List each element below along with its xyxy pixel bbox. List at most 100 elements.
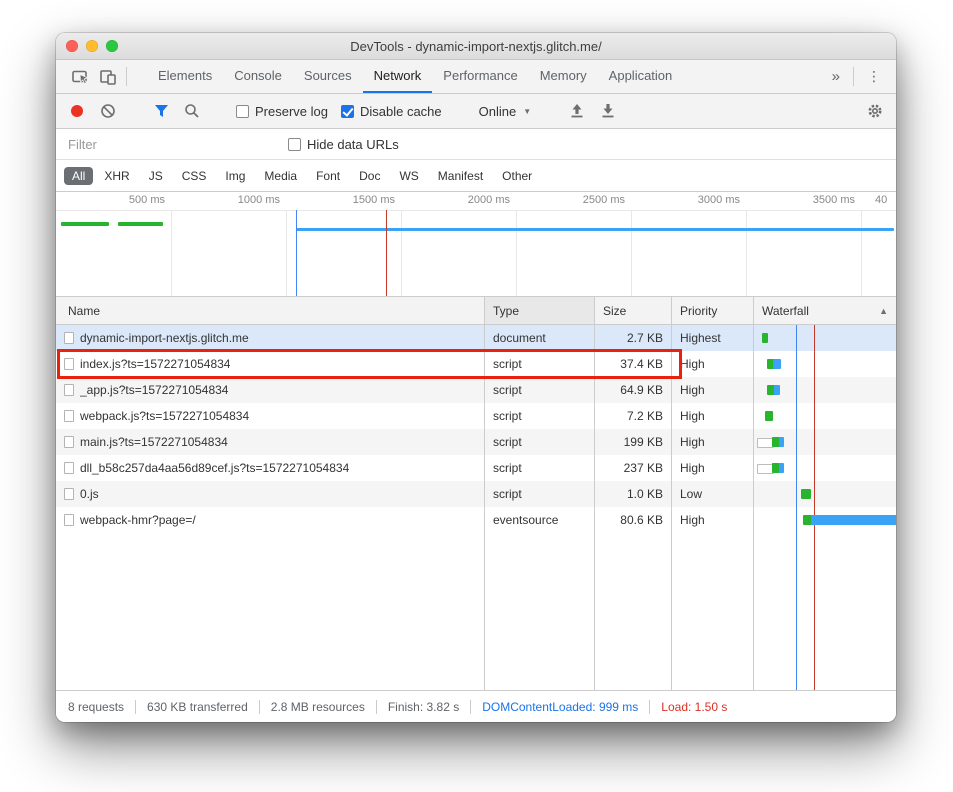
type-filter-css[interactable]: CSS (174, 167, 215, 185)
column-header-priority[interactable]: Priority (672, 297, 754, 324)
type-filter-other[interactable]: Other (494, 167, 540, 185)
clear-icon (100, 103, 116, 119)
tab-memory[interactable]: Memory (529, 60, 598, 93)
request-priority: High (672, 429, 754, 455)
file-icon (64, 488, 74, 500)
resource-type-filters: All XHR JS CSS Img Media Font Doc WS Man… (56, 160, 896, 192)
request-size: 64.9 KB (595, 377, 672, 403)
request-row[interactable]: webpack.js?ts=1572271054834 script 7.2 K… (56, 403, 896, 429)
gear-icon (867, 103, 883, 119)
timeline-overview[interactable]: 500 ms 1000 ms 1500 ms 2000 ms 2500 ms 3… (56, 192, 896, 297)
checkbox-unchecked-icon (288, 138, 301, 151)
request-type: document (485, 325, 595, 351)
sort-arrow-icon: ▲ (879, 306, 888, 316)
disable-cache-label: Disable cache (360, 104, 442, 119)
filter-toggle-button[interactable] (152, 102, 170, 120)
requests-table: Name Type Size Priority Waterfall ▲ dyna… (56, 297, 896, 690)
throttling-value: Online (479, 104, 517, 119)
file-icon (64, 410, 74, 422)
type-filter-media[interactable]: Media (256, 167, 305, 185)
file-icon (64, 514, 74, 526)
throttling-dropdown[interactable]: Online ▼ (477, 104, 534, 119)
funnel-filter-icon (154, 104, 169, 118)
inspect-element-button[interactable] (66, 60, 94, 93)
devtools-window: DevTools - dynamic-import-nextjs.glitch.… (56, 33, 896, 722)
search-icon (184, 103, 200, 119)
devtools-menu-button[interactable]: ⋮ (858, 60, 890, 93)
column-header-waterfall[interactable]: Waterfall ▲ (754, 297, 896, 324)
column-header-name[interactable]: Name (56, 297, 485, 324)
request-type: script (485, 455, 595, 481)
more-tabs-chevron-button[interactable]: » (823, 60, 849, 93)
export-har-button[interactable] (599, 102, 617, 120)
waterfall-cell (754, 403, 896, 429)
traffic-lights (66, 33, 118, 59)
record-button[interactable] (68, 102, 86, 120)
waterfall-cell (754, 455, 896, 481)
preserve-log-checkbox[interactable]: Preserve log (236, 104, 328, 119)
tab-performance[interactable]: Performance (432, 60, 528, 93)
export-arrow-icon (600, 103, 616, 119)
tab-application[interactable]: Application (598, 60, 684, 93)
tab-console[interactable]: Console (223, 60, 293, 93)
request-size: 7.2 KB (595, 403, 672, 429)
file-icon (64, 384, 74, 396)
waterfall-cell (754, 351, 896, 377)
request-priority: High (672, 507, 754, 533)
request-name: _app.js?ts=1572271054834 (80, 383, 228, 397)
request-name: webpack.js?ts=1572271054834 (80, 409, 249, 423)
import-har-button[interactable] (568, 102, 586, 120)
request-size: 199 KB (595, 429, 672, 455)
resources-size: 2.8 MB resources (259, 700, 365, 714)
request-type: script (485, 351, 595, 377)
search-button[interactable] (183, 102, 201, 120)
tab-network[interactable]: Network (363, 60, 433, 93)
clear-button[interactable] (99, 102, 117, 120)
request-priority: High (672, 455, 754, 481)
tab-elements[interactable]: Elements (147, 60, 223, 93)
hide-data-urls-checkbox[interactable]: Hide data URLs (288, 137, 399, 152)
request-row[interactable]: dll_b58c257da4aa56d89cef.js?ts=157227105… (56, 455, 896, 481)
minimize-window-button[interactable] (86, 40, 98, 52)
hide-data-urls-label: Hide data URLs (307, 137, 399, 152)
request-type: script (485, 429, 595, 455)
type-filter-js[interactable]: JS (141, 167, 171, 185)
file-icon (64, 332, 74, 344)
type-filter-all[interactable]: All (64, 167, 93, 185)
filter-input[interactable] (68, 137, 258, 152)
inspect-cursor-icon (72, 69, 89, 85)
devtools-tabs: Elements Console Sources Network Perform… (147, 60, 683, 93)
device-toolbar-button[interactable] (94, 60, 122, 93)
request-row[interactable]: main.js?ts=1572271054834 script 199 KB H… (56, 429, 896, 455)
type-filter-font[interactable]: Font (308, 167, 348, 185)
type-filter-doc[interactable]: Doc (351, 167, 388, 185)
request-priority: Low (672, 481, 754, 507)
file-icon (64, 358, 74, 370)
window-title: DevTools - dynamic-import-nextjs.glitch.… (350, 39, 601, 54)
request-size: 37.4 KB (595, 351, 672, 377)
disable-cache-checkbox[interactable]: Disable cache (341, 104, 442, 119)
request-row[interactable]: _app.js?ts=1572271054834 script 64.9 KB … (56, 377, 896, 403)
type-filter-ws[interactable]: WS (391, 167, 426, 185)
request-row[interactable]: index.js?ts=1572271054834 script 37.4 KB… (56, 351, 896, 377)
request-row[interactable]: dynamic-import-nextjs.glitch.me document… (56, 325, 896, 351)
type-filter-img[interactable]: Img (217, 167, 253, 185)
column-header-size[interactable]: Size (595, 297, 672, 324)
request-row[interactable]: 0.js script 1.0 KB Low (56, 481, 896, 507)
request-row[interactable]: webpack-hmr?page=/ eventsource 80.6 KB H… (56, 507, 896, 533)
zoom-window-button[interactable] (106, 40, 118, 52)
tab-sources[interactable]: Sources (293, 60, 363, 93)
type-filter-xhr[interactable]: XHR (96, 167, 137, 185)
title-bar[interactable]: DevTools - dynamic-import-nextjs.glitch.… (56, 33, 896, 60)
type-filter-manifest[interactable]: Manifest (430, 167, 491, 185)
checkbox-unchecked-icon (236, 105, 249, 118)
preserve-log-label: Preserve log (255, 104, 328, 119)
request-size: 1.0 KB (595, 481, 672, 507)
waterfall-cell (754, 481, 896, 507)
waterfall-header-label: Waterfall (762, 304, 809, 318)
close-window-button[interactable] (66, 40, 78, 52)
settings-gear-button[interactable] (866, 102, 884, 120)
request-priority: High (672, 351, 754, 377)
column-header-type[interactable]: Type (485, 297, 595, 324)
requests-table-body: dynamic-import-nextjs.glitch.me document… (56, 325, 896, 690)
